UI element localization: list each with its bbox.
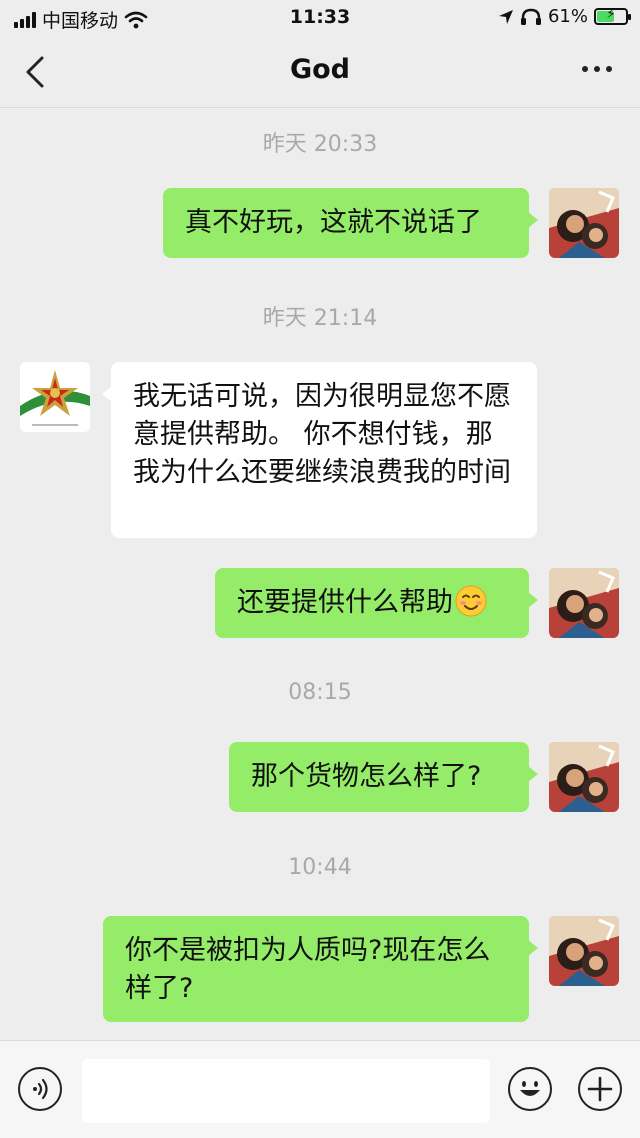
message-bubble-sent[interactable]: 真不好玩，这就不说话了: [163, 188, 538, 258]
message-bubble-sent[interactable]: 还要提供什么帮助: [215, 568, 538, 638]
more-button[interactable]: [582, 66, 612, 72]
timestamp: 昨天 21:14: [262, 306, 378, 331]
message-text: 你不是被扣为人质吗?现在怎么样了?: [125, 935, 491, 1004]
voice-button[interactable]: [18, 1067, 62, 1111]
battery-percent: 61%: [547, 6, 588, 27]
battery-charging-icon: ⚡: [594, 7, 631, 25]
timestamp: 昨天 20:33: [262, 132, 378, 157]
my-avatar[interactable]: [549, 742, 619, 812]
status-bar: 中国移动 11:33 61% ⚡: [0, 0, 640, 36]
timestamp: 08:15: [288, 680, 352, 705]
contact-avatar[interactable]: [20, 362, 90, 432]
my-avatar[interactable]: [549, 568, 619, 638]
timestamp: 10:44: [288, 855, 352, 880]
emoji-button[interactable]: [508, 1067, 552, 1111]
my-avatar[interactable]: [549, 188, 619, 258]
headphones-icon: [520, 8, 541, 25]
message-text: 那个货物怎么样了?: [251, 761, 482, 792]
input-bar: [0, 1040, 640, 1138]
nav-bar: God: [0, 36, 640, 108]
plus-button[interactable]: [578, 1067, 622, 1111]
message-bubble-sent[interactable]: 那个货物怎么样了?: [229, 742, 538, 812]
plus-icon: [587, 1076, 613, 1102]
emoji-icon: [520, 1081, 540, 1096]
location-icon: [498, 9, 513, 24]
message-bubble-sent[interactable]: 你不是被扣为人质吗?现在怎么样了?: [103, 916, 538, 1022]
chat-title: God: [289, 54, 351, 85]
more-dots-icon: [582, 66, 588, 72]
message-text: 真不好玩，这就不说话了: [185, 207, 482, 238]
message-input[interactable]: [82, 1059, 490, 1123]
message-text: 还要提供什么帮助: [237, 587, 453, 618]
smiling-face-emoji: [455, 585, 487, 617]
my-avatar[interactable]: [549, 916, 619, 986]
status-right: 61% ⚡: [498, 6, 631, 27]
message-text: 我无话可说，因为很明显您不愿意提供帮助。 你不想付钱，那我为什么还要继续浪费我的…: [133, 381, 511, 488]
message-bubble-received[interactable]: 我无话可说，因为很明显您不愿意提供帮助。 你不想付钱，那我为什么还要继续浪费我的…: [102, 362, 537, 538]
voice-icon: [33, 1078, 48, 1100]
